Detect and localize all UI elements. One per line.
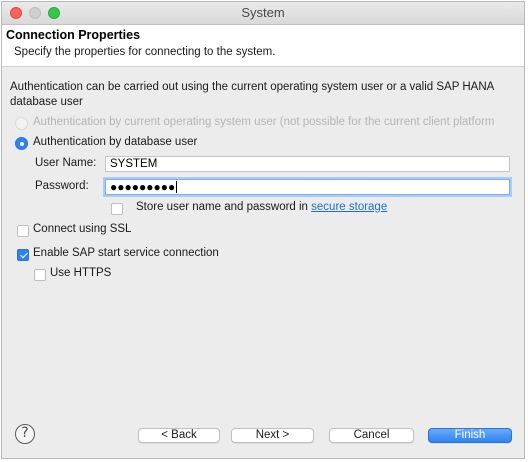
- password-label: Password:: [35, 180, 89, 192]
- wizard-banner: Connection Properties Specify the proper…: [2, 25, 524, 67]
- next-button[interactable]: Next >: [231, 428, 314, 443]
- text-caret: [176, 181, 178, 193]
- connect-ssl-label: Connect using SSL: [33, 223, 132, 235]
- window-title: System: [241, 5, 285, 20]
- wizard-footer: ? < Back Next > Cancel Finish: [2, 416, 524, 458]
- password-value: ●●●●●●●●●: [110, 180, 176, 194]
- page-title: Connection Properties: [6, 28, 141, 42]
- cancel-button[interactable]: Cancel: [329, 428, 414, 443]
- finish-button[interactable]: Finish: [428, 428, 512, 443]
- connect-ssl-checkbox[interactable]: [17, 225, 29, 237]
- db-user-auth-label: Authentication by database user: [33, 136, 198, 148]
- db-user-auth-radio[interactable]: [15, 137, 28, 150]
- use-https-checkbox[interactable]: [34, 269, 46, 281]
- username-input[interactable]: SYSTEM: [105, 156, 510, 172]
- authentication-description: Authentication can be carried out using …: [10, 81, 494, 108]
- wizard-content: Authentication can be carried out using …: [2, 66, 524, 458]
- sap-start-service-checkbox[interactable]: [17, 249, 29, 261]
- page-description: Specify the properties for connecting to…: [14, 46, 276, 58]
- password-input[interactable]: ●●●●●●●●●: [105, 179, 510, 195]
- os-user-auth-label: Authentication by current operating syst…: [33, 116, 495, 128]
- store-credentials-checkbox[interactable]: [111, 203, 123, 215]
- title-bar: System: [2, 2, 524, 25]
- secure-storage-link[interactable]: secure storage: [311, 201, 387, 213]
- dialog-window: System Connection Properties Specify the…: [1, 1, 525, 459]
- username-value: SYSTEM: [110, 158, 158, 170]
- username-label: User Name:: [35, 157, 97, 169]
- sap-start-service-label: Enable SAP start service connection: [33, 247, 219, 259]
- use-https-label: Use HTTPS: [50, 267, 112, 279]
- os-user-auth-radio[interactable]: [15, 117, 28, 130]
- back-button[interactable]: < Back: [138, 428, 220, 443]
- store-credentials-label: Store user name and password in secure s…: [136, 201, 387, 213]
- store-credentials-text: Store user name and password in: [136, 201, 312, 213]
- help-icon[interactable]: ?: [15, 424, 35, 444]
